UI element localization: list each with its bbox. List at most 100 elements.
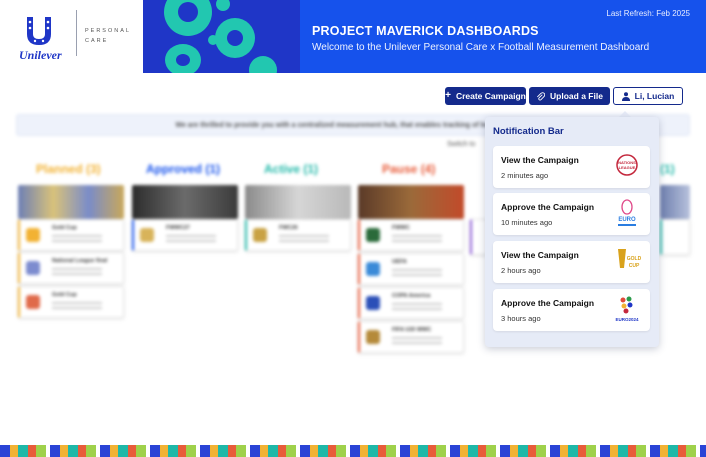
logo-wordmark: Unilever [19, 48, 62, 62]
trophy-icon [140, 228, 154, 242]
campaign-title: FWC26 [279, 225, 298, 231]
card-detail [392, 342, 442, 344]
create-campaign-label: Create Campaign [455, 91, 526, 101]
campaign-card[interactable]: FWWC27 [132, 219, 238, 251]
card-detail [392, 235, 442, 237]
dashboard-page: Unilever PERSONAL CARE Last Refresh: Feb… [0, 0, 706, 457]
upload-file-label: Upload a File [550, 91, 603, 101]
card-detail [279, 240, 329, 242]
card-detail [52, 268, 102, 270]
hero-graphic [143, 0, 300, 73]
campaign-title: FWWC [392, 225, 410, 231]
campaign-card[interactable]: UEFA [358, 253, 464, 285]
notification-time: 10 minutes ago [501, 218, 553, 227]
notification-item[interactable]: Approve the Campaign 10 minutes ago EURO [493, 193, 650, 235]
card-detail [52, 302, 102, 304]
card-detail [52, 273, 102, 275]
campaign-title: Gold Cup [52, 292, 77, 298]
card-detail [166, 235, 216, 237]
notification-item[interactable]: View the Campaign 2 hours ago GOLD CUP [493, 241, 650, 283]
copa-icon [366, 296, 380, 310]
campaign-card[interactable]: Gold Cup [18, 286, 124, 318]
svg-text:EURO: EURO [618, 217, 636, 223]
logo-divider [76, 10, 77, 56]
user-icon [621, 91, 630, 101]
plus-icon: + [445, 90, 451, 101]
user-menu-button[interactable]: Li, Lucian [613, 87, 683, 105]
campaign-title: UEFA [392, 259, 407, 265]
svg-text:LEAGUE: LEAGUE [619, 165, 636, 170]
notification-title: View the Campaign [501, 250, 579, 260]
notification-title: View the Campaign [501, 155, 579, 165]
column-planned[interactable]: Planned (3) [36, 162, 101, 176]
uefa-icon [366, 262, 380, 276]
card-detail [52, 240, 102, 242]
svg-text:EURO2024: EURO2024 [615, 317, 639, 322]
card-detail [392, 240, 442, 242]
league-icon [26, 261, 40, 275]
notification-item[interactable]: View the Campaign 2 minutes ago NATIONS … [493, 146, 650, 188]
card-detail [166, 240, 216, 242]
svg-text:GOLD: GOLD [627, 256, 642, 262]
campaign-card[interactable] [660, 219, 690, 255]
campaign-card[interactable]: COPA America [358, 287, 464, 319]
gold-cup-icon [26, 295, 40, 309]
column-image-extra [660, 185, 690, 219]
card-detail [52, 235, 102, 237]
campaign-card[interactable]: FWWC [358, 219, 464, 251]
notification-bar-title: Notification Bar [493, 126, 564, 137]
column-pause[interactable]: Pause (4) [382, 162, 435, 176]
notification-title: Approve the Campaign [501, 298, 595, 308]
column-extra[interactable]: (1) [660, 162, 675, 176]
switch-view-label[interactable]: Switch to [447, 141, 475, 148]
user-name: Li, Lucian [634, 91, 675, 101]
unilever-u-icon [27, 17, 51, 45]
column-approved[interactable]: Approved (1) [146, 162, 220, 176]
campaign-title: FIFA U20 WWC [392, 327, 432, 333]
campaign-title: Gold Cup [52, 225, 77, 231]
trophy-icon [253, 228, 267, 242]
notification-time: 2 minutes ago [501, 171, 549, 180]
campaign-card[interactable]: FWC26 [245, 219, 351, 251]
campaign-card[interactable]: Gold Cup [18, 219, 124, 251]
card-detail [279, 235, 329, 237]
unilever-logo[interactable]: Unilever PERSONAL CARE [0, 0, 143, 73]
campaign-title: COPA America [392, 293, 431, 299]
euro-icon: EURO [618, 199, 636, 226]
card-detail [392, 308, 442, 310]
campaign-title: National League final [52, 258, 108, 264]
card-detail [392, 337, 442, 339]
welcome-message-text: We are thrilled to provide you with a ce… [175, 121, 531, 129]
card-detail [52, 307, 102, 309]
card-detail [392, 274, 442, 276]
campaign-title: FWWC27 [166, 225, 190, 231]
division-text: PERSONAL CARE [85, 28, 131, 44]
create-campaign-button[interactable]: + Create Campaign [445, 87, 526, 105]
tournament-icon [366, 228, 380, 242]
notification-bar: Notification Bar View the Campaign 2 min… [485, 117, 659, 347]
gold-cup-icon: GOLD CUP [618, 249, 642, 269]
last-refresh: Last Refresh: Feb 2025 [606, 9, 690, 18]
notification-title: Approve the Campaign [501, 202, 595, 212]
page-subtitle: Welcome to the Unilever Personal Care x … [312, 42, 650, 53]
division-label: PERSONAL CARE [85, 26, 137, 46]
card-detail [392, 303, 442, 305]
campaign-card[interactable]: FIFA U20 WWC [358, 321, 464, 353]
euro2024-icon: EURO2024 [615, 296, 639, 322]
abstract-shapes-icon [164, 0, 277, 73]
header-banner: Last Refresh: Feb 2025 PROJECT MAVERICK … [300, 0, 706, 73]
notification-time: 2 hours ago [501, 266, 541, 275]
upload-file-button[interactable]: Upload a File [529, 87, 610, 105]
gold-cup-icon [26, 228, 40, 242]
header: Unilever PERSONAL CARE Last Refresh: Feb… [0, 0, 706, 73]
trophy-icon [366, 330, 380, 344]
page-title: PROJECT MAVERICK DASHBOARDS [312, 24, 539, 38]
campaign-card[interactable]: National League final [18, 252, 124, 284]
notification-item[interactable]: Approve the Campaign 3 hours ago EURO202… [493, 289, 650, 331]
paperclip-icon [537, 91, 546, 101]
column-image-planned [18, 185, 124, 219]
column-active[interactable]: Active (1) [264, 162, 318, 176]
column-image-pause [358, 185, 464, 219]
column-image-active [245, 185, 351, 219]
card-detail [392, 269, 442, 271]
